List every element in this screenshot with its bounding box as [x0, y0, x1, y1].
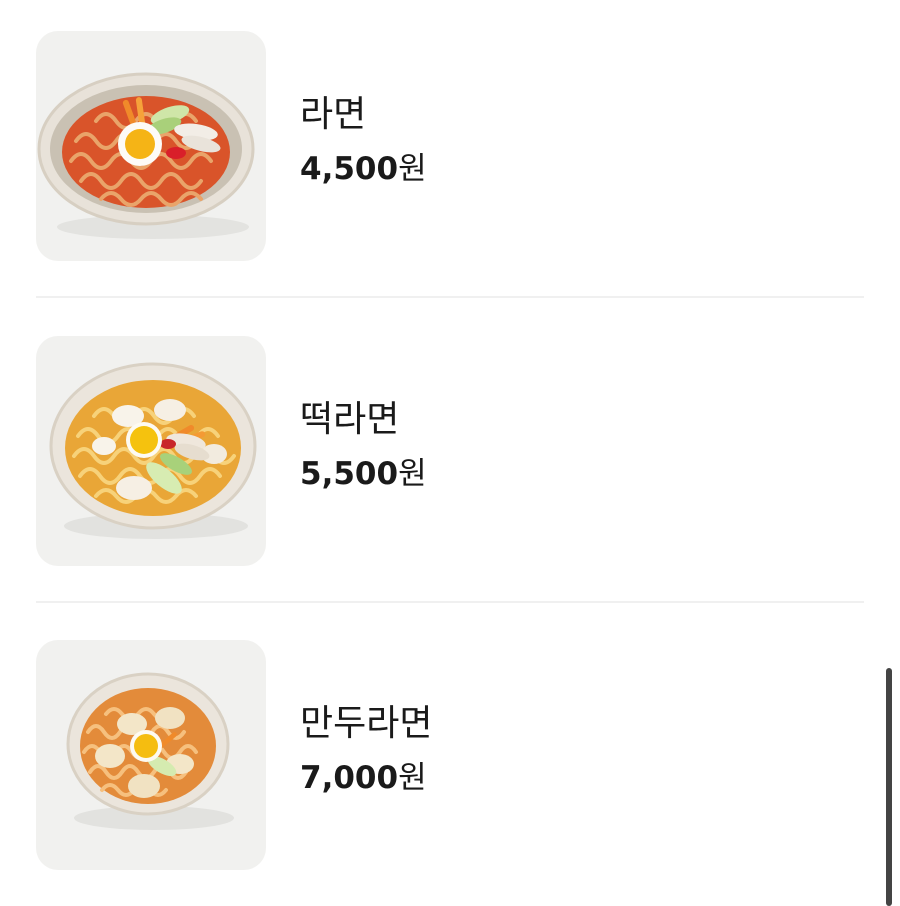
menu-item-name: 만두라면 [300, 703, 433, 744]
menu-item-price: 5,500원 [300, 454, 427, 494]
scrollbar-thumb[interactable] [886, 668, 892, 906]
menu-item-price: 4,500원 [300, 149, 427, 189]
menu-item-tteok-ramen[interactable]: 떡라면 5,500원 [36, 336, 864, 566]
price-number: 5,500 [300, 456, 399, 492]
mandu-ramen-photo [36, 640, 266, 870]
menu-item-ramen[interactable]: 라면 4,500원 [36, 31, 864, 261]
divider [36, 601, 864, 603]
menu-item-info: 라면 4,500원 [300, 93, 427, 189]
price-unit: 원 [398, 760, 427, 796]
menu-item-name: 떡라면 [300, 399, 400, 440]
ramen-photo [36, 31, 266, 261]
menu-item-info: 만두라면 7,000원 [300, 702, 432, 798]
tteok-ramen-photo [36, 336, 266, 566]
menu-item-mandu-ramen[interactable]: 만두라면 7,000원 [36, 640, 864, 870]
price-number: 4,500 [300, 151, 399, 187]
menu-item-price: 7,000원 [300, 758, 432, 798]
menu-item-info: 떡라면 5,500원 [300, 398, 427, 494]
price-number: 7,000 [300, 760, 399, 796]
divider [36, 296, 864, 298]
price-unit: 원 [398, 151, 427, 187]
price-unit: 원 [398, 456, 427, 492]
menu-item-name: 라면 [300, 94, 367, 135]
